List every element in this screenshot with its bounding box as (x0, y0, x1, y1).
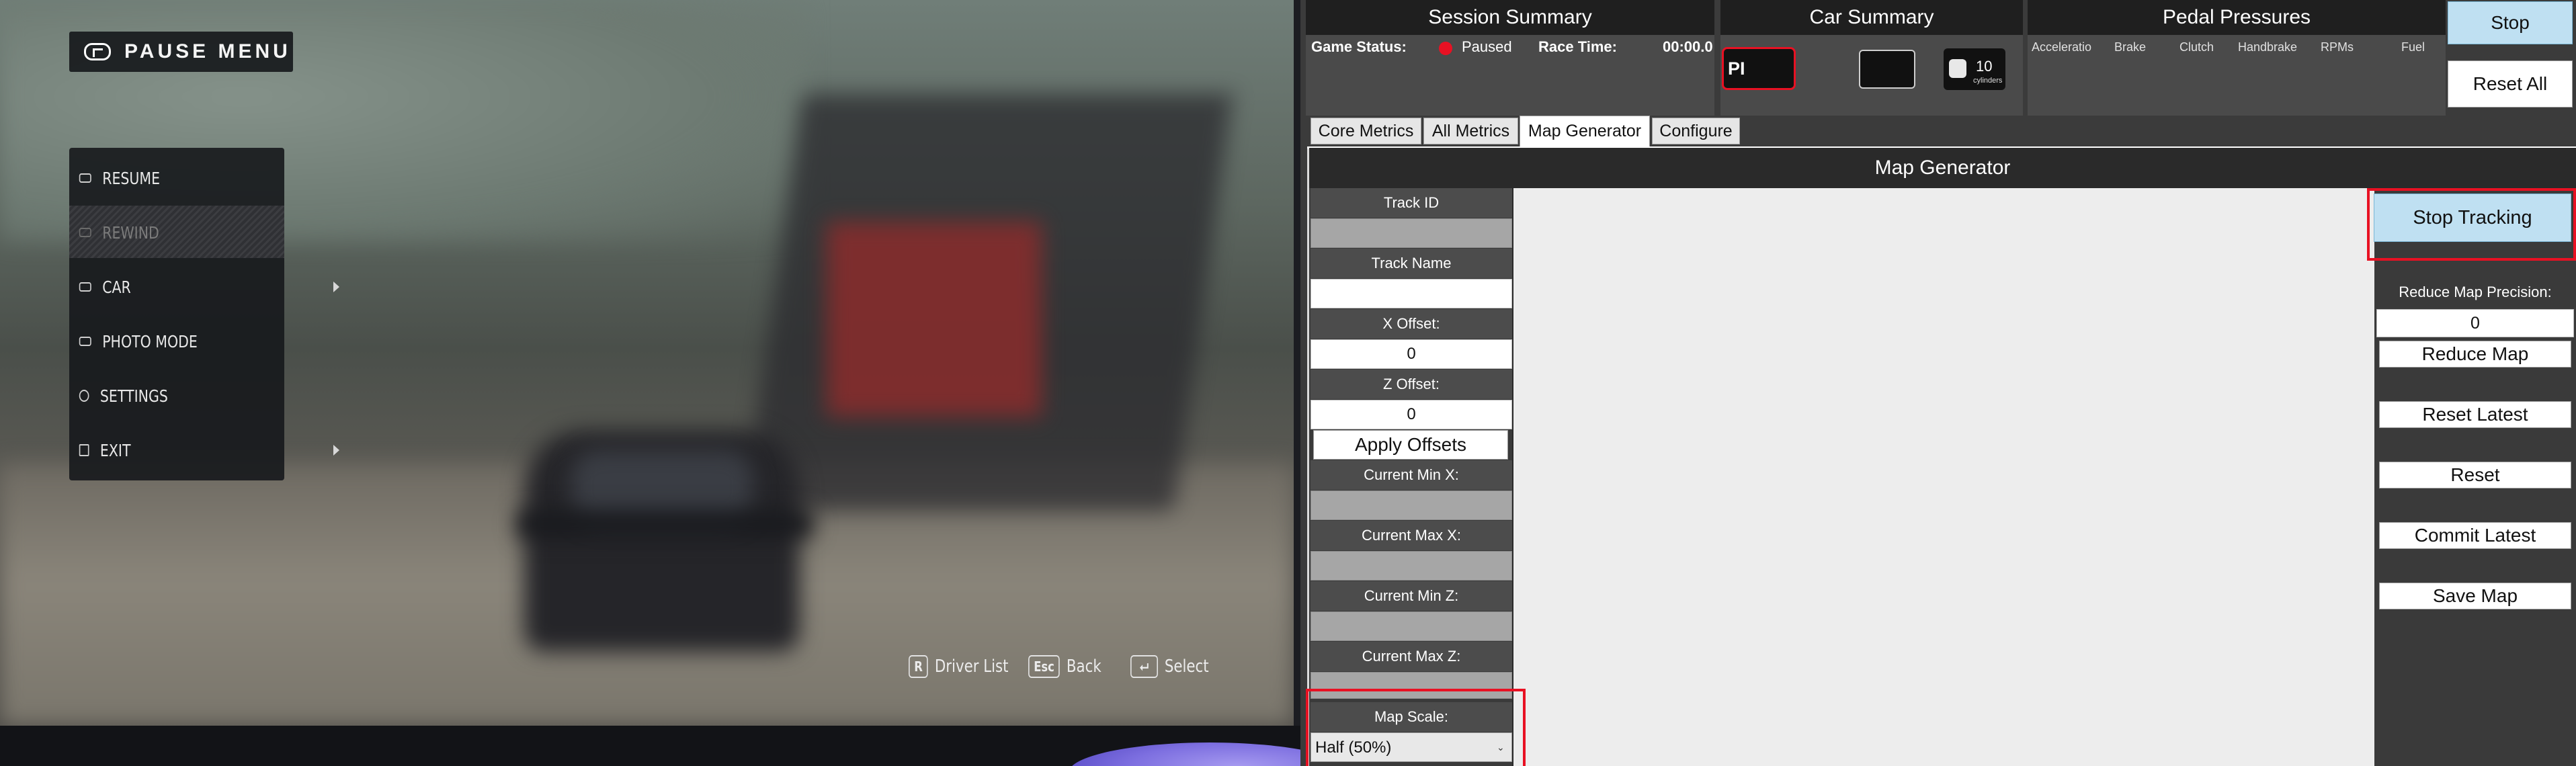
track-id-label: Track ID (1311, 188, 1512, 218)
tab-configure[interactable]: Configure (1652, 118, 1740, 144)
current-min-z-field (1311, 611, 1512, 641)
game-status-value: Paused (1462, 38, 1512, 55)
reset-button[interactable]: Reset (2379, 462, 2571, 488)
menu-item-label: RESUME (102, 168, 161, 188)
pi-label: PI (1728, 58, 1745, 79)
reduce-precision-field[interactable]: 0 (2376, 309, 2574, 337)
tab-all-metrics[interactable]: All Metrics (1423, 118, 1518, 144)
key-enter-icon: ⮠ (1130, 655, 1158, 678)
z-offset-label: Z Offset: (1311, 370, 1512, 399)
x-offset-label: X Offset: (1311, 309, 1512, 339)
session-summary-title: Session Summary (1428, 6, 1592, 28)
engine-icon (1949, 59, 1966, 78)
hint-label: Back (1066, 656, 1102, 677)
hint-label: Driver List (934, 656, 1009, 677)
menu-item-exit[interactable]: EXIT (69, 423, 245, 477)
pedal-label-acceleration: Acceleratio (2032, 40, 2092, 54)
pause-menu-list: RESUME REWIND CAR PHOTO MODE SETTINGS EX… (69, 148, 339, 480)
save-map-button[interactable]: Save Map (2379, 583, 2571, 609)
pi-badge: PI (1722, 47, 1796, 90)
key-r-icon: R (909, 655, 929, 678)
cylinders-value: 10 (1976, 58, 1993, 75)
menu-item-settings[interactable]: SETTINGS (69, 369, 245, 423)
gear-icon (79, 390, 89, 402)
apply-offsets-button[interactable]: Apply Offsets (1313, 430, 1508, 460)
hint-driver-list[interactable]: R Driver List (909, 652, 1009, 681)
chevron-right-icon (333, 445, 339, 456)
current-max-x-label: Current Max X: (1311, 521, 1512, 550)
menu-item-label: CAR (102, 277, 131, 297)
commit-latest-button[interactable]: Commit Latest (2379, 522, 2571, 549)
camera-icon (79, 337, 91, 346)
background-red-fence (827, 222, 1042, 417)
key-esc-icon: Esc (1028, 655, 1061, 678)
pedal-pressures-header: Pedal Pressures (2028, 0, 2446, 35)
background-car-lights (517, 511, 813, 538)
pause-menu-title: PAUSE MENU (124, 40, 291, 62)
menu-item-resume[interactable]: RESUME (69, 151, 245, 205)
pedal-label-fuel: Fuel (2401, 40, 2425, 54)
menu-item-rewind: REWIND (69, 206, 245, 259)
track-name-label: Track Name (1311, 249, 1512, 278)
menu-item-photo-mode[interactable]: PHOTO MODE (69, 314, 245, 368)
current-min-x-label: Current Min X: (1311, 460, 1512, 490)
stop-tracking-highlight (2367, 188, 2576, 261)
gamepad-icon (79, 228, 91, 237)
z-offset-field[interactable]: 0 (1311, 400, 1512, 429)
hint-label: Select (1164, 656, 1209, 677)
menu-item-label: SETTINGS (99, 386, 168, 406)
hint-back[interactable]: Esc Back (1028, 652, 1102, 681)
cylinders-label: cylinders (1973, 77, 2003, 85)
game-logo-icon (84, 43, 111, 60)
menu-item-label: EXIT (99, 440, 131, 460)
menu-item-label: PHOTO MODE (102, 331, 198, 351)
pedal-label-brake: Brake (2114, 40, 2147, 54)
car-icon (79, 282, 91, 292)
pause-menu-header: PAUSE MENU (69, 32, 293, 72)
gamepad-icon (79, 173, 91, 183)
stop-button[interactable]: Stop (2448, 1, 2573, 44)
current-max-z-label: Current Max Z: (1311, 642, 1512, 671)
current-min-x-field (1311, 491, 1512, 520)
map-canvas[interactable] (1512, 188, 2374, 766)
pedal-label-clutch: Clutch (2179, 40, 2214, 54)
session-summary-panel: Game Status: Paused Race Time: 00:00.0 (1306, 35, 1714, 116)
exit-icon (79, 444, 89, 456)
menu-item-car[interactable]: CAR (69, 260, 245, 314)
chevron-right-icon (333, 282, 339, 292)
menu-item-label: REWIND (102, 222, 159, 243)
reduce-map-button[interactable]: Reduce Map (2379, 341, 2571, 368)
reset-latest-button[interactable]: Reset Latest (2379, 401, 2571, 428)
map-scale-highlight (1306, 689, 1526, 766)
car-class-box (1859, 50, 1915, 89)
hint-select[interactable]: ⮠ Select (1130, 652, 1209, 681)
current-max-x-field (1311, 551, 1512, 581)
track-name-field[interactable] (1311, 279, 1512, 308)
track-id-field[interactable] (1311, 218, 1512, 248)
reset-all-button[interactable]: Reset All (2448, 60, 2573, 108)
cylinders-badge: 10 cylinders (1944, 48, 2005, 90)
tab-core-metrics[interactable]: Core Metrics (1311, 118, 1421, 144)
race-time-value: 00:00.0 (1663, 38, 1713, 55)
game-window: PAUSE MENU RESUME REWIND CAR PHOTO MODE … (0, 0, 1294, 726)
session-summary-header: Session Summary (1306, 0, 1714, 35)
car-summary-title: Car Summary (1809, 6, 1934, 28)
reduce-precision-label: Reduce Map Precision: (2399, 284, 2552, 300)
game-status-label: Game Status: (1311, 38, 1407, 55)
map-generator-title-bar: Map Generator (1309, 148, 2576, 188)
status-dot-icon (1439, 42, 1452, 55)
pedal-label-handbrake: Handbrake (2238, 40, 2298, 54)
pedal-pressures-panel: Acceleratio Brake Clutch Handbrake RPMs … (2028, 35, 2446, 116)
x-offset-field[interactable]: 0 (1311, 339, 1512, 369)
tab-map-generator[interactable]: Map Generator (1520, 116, 1650, 146)
current-min-z-label: Current Min Z: (1311, 581, 1512, 611)
race-time-label: Race Time: (1538, 38, 1617, 55)
car-summary-panel: PI 10 cylinders (1720, 35, 2023, 116)
car-summary-header: Car Summary (1720, 0, 2023, 35)
map-generator-title: Map Generator (1874, 157, 2011, 179)
pedal-label-rpms: RPMs (2321, 40, 2354, 54)
pedal-pressures-title: Pedal Pressures (2162, 6, 2311, 28)
